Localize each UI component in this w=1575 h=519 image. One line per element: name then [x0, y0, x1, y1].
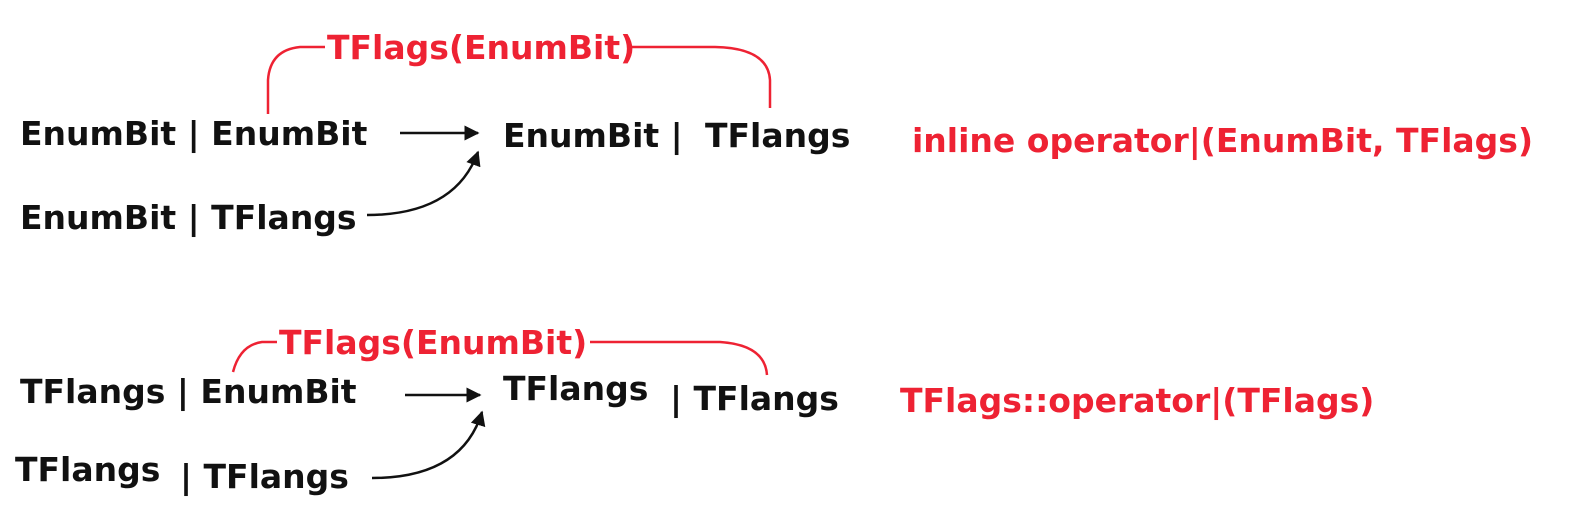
operator-label-1: inline operator|(EnumBit, TFlags): [912, 121, 1533, 160]
input-expression-2a: TFlangs | EnumBit: [20, 372, 357, 411]
operator-flow-diagram: TFlags(EnumBit) EnumBit | EnumBit EnumBi…: [15, 28, 1533, 496]
result-left-2: TFlangs: [503, 369, 648, 408]
conversion-label-2: TFlags(EnumBit): [279, 323, 587, 362]
section-1: TFlags(EnumBit) EnumBit | EnumBit EnumBi…: [20, 28, 1533, 237]
input-expression-1b: EnumBit | TFlangs: [20, 198, 357, 237]
input-expression-2b-left: TFlangs: [15, 450, 160, 489]
conversion-label-1: TFlags(EnumBit): [327, 28, 635, 67]
input-expression-2b-right: | TFlangs: [180, 457, 349, 496]
arrow-curved-2: [371, 410, 486, 480]
arrow-curved-1: [366, 150, 481, 217]
input-expression-1a: EnumBit | EnumBit: [20, 114, 368, 153]
result-left-1: EnumBit |: [503, 116, 683, 155]
section-2: TFlags(EnumBit) TFlangs | EnumBit TFlang…: [15, 323, 1374, 496]
operator-label-2: TFlags::operator|(TFlags): [900, 381, 1374, 420]
result-right-2: | TFlangs: [670, 379, 839, 418]
result-right-1: TFlangs: [705, 116, 850, 155]
